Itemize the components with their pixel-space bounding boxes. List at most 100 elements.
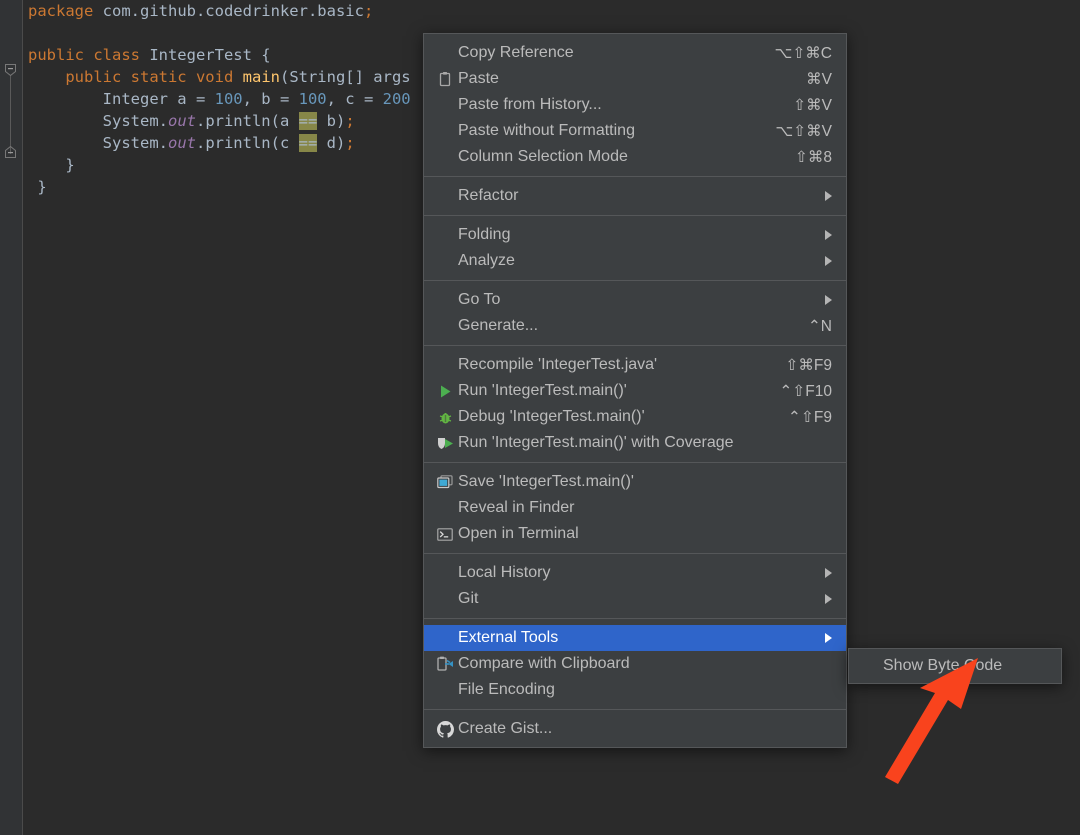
no-icon [434,186,456,206]
no-icon [434,251,456,271]
menu-item-shortcut: ⇧⌘8 [795,148,832,167]
chevron-right-icon [825,256,832,266]
menu-item-go-to[interactable]: Go To [424,287,846,313]
chevron-right-icon [825,230,832,240]
menu-item-label: Refactor [458,187,807,205]
github-icon [434,719,456,739]
code-line: package com.github.codedrinker.basic; [28,0,411,22]
menu-item-shortcut: ⌃⇧F10 [779,382,832,401]
menu-item-label: Run 'IntegerTest.main()' [458,382,759,400]
menu-separator [424,280,846,281]
terminal-icon [434,524,456,544]
menu-item-label: Copy Reference [458,44,754,62]
code-line: System.out.println(c == d); [28,132,411,154]
menu-item-label: Reveal in Finder [458,499,832,517]
menu-separator [424,709,846,710]
menu-item-external-tools[interactable]: External Tools [424,625,846,651]
no-icon [434,316,456,336]
menu-item-refactor[interactable]: Refactor [424,183,846,209]
menu-item-copy-reference[interactable]: Copy Reference ⌥⇧⌘C [424,40,846,66]
menu-item-paste[interactable]: Paste ⌘V [424,66,846,92]
menu-item-paste-from-history[interactable]: Paste from History...⇧⌘V [424,92,846,118]
menu-item-local-history[interactable]: Local History [424,560,846,586]
fold-collapse-icon-top[interactable] [4,63,17,76]
menu-item-label: Save 'IntegerTest.main()' [458,473,832,491]
menu-separator [424,176,846,177]
submenu-item-show-byte-code[interactable]: Show Byte Code [849,653,1061,679]
chevron-right-icon [825,191,832,201]
menu-item-label: Paste from History... [458,96,773,114]
menu-item-shortcut: ⌥⇧⌘C [774,44,832,63]
menu-item-shortcut: ⌃⇧F9 [788,408,832,427]
fold-region-line [10,76,11,154]
source-code[interactable]: package com.github.codedrinker.basic; pu… [28,0,411,198]
code-line: public static void main(String[] args [28,66,411,88]
no-icon [434,43,456,63]
menu-item-open-in-terminal[interactable]: Open in Terminal [424,521,846,547]
chevron-right-icon [825,633,832,643]
code-line [28,22,411,44]
menu-item-label: Analyze [458,252,807,270]
menu-item-label: Go To [458,291,807,309]
chevron-right-icon [825,568,832,578]
menu-item-reveal-in-finder[interactable]: Reveal in Finder [424,495,846,521]
code-line: public class IntegerTest { [28,44,411,66]
fold-collapse-icon-bottom[interactable] [4,146,17,159]
menu-item-label: Paste [458,70,786,88]
editor-context-menu[interactable]: Copy Reference ⌥⇧⌘C Paste ⌘V Paste from Hist… [423,33,847,748]
no-icon [434,225,456,245]
menu-item-column-selection-mode[interactable]: Column Selection Mode ⇧⌘8 [424,144,846,170]
no-icon [434,680,456,700]
menu-item-label: Debug 'IntegerTest.main()' [458,408,768,426]
coverage-icon [434,433,456,453]
editor-gutter[interactable] [0,0,23,835]
menu-separator [424,553,846,554]
compare-clipboard-icon [434,654,456,674]
menu-separator [424,215,846,216]
menu-item-label: Run 'IntegerTest.main()' with Coverage [458,434,832,452]
menu-item-run-integertest-main[interactable]: Run 'IntegerTest.main()' ⌃⇧F10 [424,378,846,404]
save-icon [434,472,456,492]
no-icon [434,355,456,375]
debug-icon [434,407,456,427]
menu-item-label: External Tools [458,629,807,647]
menu-item-label: Recompile 'IntegerTest.java' [458,356,765,374]
menu-item-git[interactable]: Git [424,586,846,612]
no-icon [434,563,456,583]
menu-item-create-gist[interactable]: Create Gist... [424,716,846,742]
menu-item-label: Git [458,590,807,608]
menu-item-label: Compare with Clipboard [458,655,832,673]
menu-item-save-integertest-main[interactable]: Save 'IntegerTest.main()' [424,469,846,495]
menu-item-debug-integertest-main[interactable]: Debug 'IntegerTest.main()' ⌃⇧F9 [424,404,846,430]
menu-item-paste-without-formatting[interactable]: Paste without Formatting⌥⇧⌘V [424,118,846,144]
menu-item-analyze[interactable]: Analyze [424,248,846,274]
menu-item-file-encoding[interactable]: File Encoding [424,677,846,703]
menu-item-label: Create Gist... [458,720,832,738]
menu-item-label: Show Byte Code [883,657,1051,675]
code-line: } [28,176,411,198]
menu-item-shortcut: ⌘V [806,70,832,89]
menu-item-label: Column Selection Mode [458,148,775,166]
menu-item-folding[interactable]: Folding [424,222,846,248]
external-tools-submenu[interactable]: Show Byte Code [848,648,1062,684]
code-line: System.out.println(a == b); [28,110,411,132]
menu-item-generate[interactable]: Generate...⌃N [424,313,846,339]
no-icon [434,95,456,115]
no-icon [434,121,456,141]
menu-item-compare-with-clipboard[interactable]: Compare with Clipboard [424,651,846,677]
no-icon [434,589,456,609]
code-line: Integer a = 100, b = 100, c = 200 [28,88,411,110]
menu-separator [424,462,846,463]
menu-item-label: File Encoding [458,681,832,699]
menu-item-label: Open in Terminal [458,525,832,543]
menu-separator [424,345,846,346]
menu-item-shortcut: ⌥⇧⌘V [775,122,832,141]
run-icon [434,381,456,401]
no-icon [434,147,456,167]
no-icon [434,498,456,518]
menu-item-label: Folding [458,226,807,244]
menu-item-label: Local History [458,564,807,582]
no-icon [434,290,456,310]
menu-item-run-integertest-main-with-coverage[interactable]: Run 'IntegerTest.main()' with Coverage [424,430,846,456]
menu-item-recompile-integertest-java[interactable]: Recompile 'IntegerTest.java'⇧⌘F9 [424,352,846,378]
